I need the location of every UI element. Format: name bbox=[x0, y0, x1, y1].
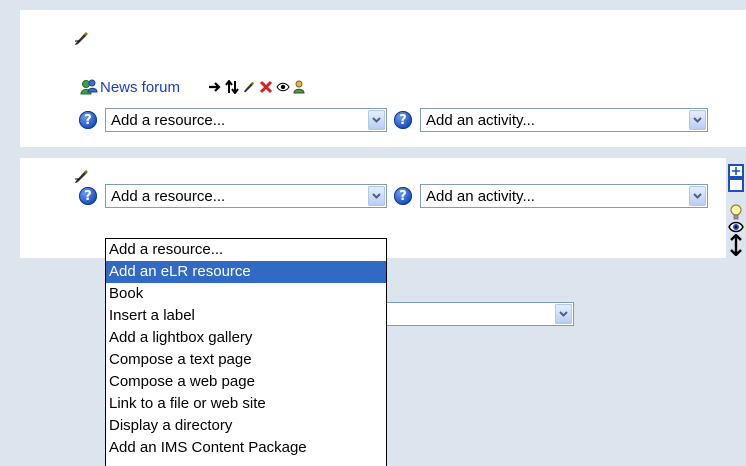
dropdown-option[interactable]: Insert a label bbox=[106, 305, 386, 327]
dropdown-option[interactable]: Add a resource... bbox=[106, 239, 386, 261]
dropdown-option[interactable]: Link to a file or web site bbox=[106, 393, 386, 415]
arrow-right-icon[interactable] bbox=[208, 80, 222, 94]
help-icon[interactable]: ? bbox=[394, 187, 412, 205]
help-icon[interactable]: ? bbox=[79, 111, 97, 129]
chevron-down-icon[interactable] bbox=[368, 186, 385, 206]
forum-group-icon bbox=[80, 78, 98, 96]
add-activity-select-value: Add an activity... bbox=[426, 111, 535, 129]
dropdown-option[interactable]: Add an eLR resource bbox=[106, 261, 386, 283]
edit-pencil-icon[interactable] bbox=[242, 80, 256, 94]
dropdown-option[interactable]: Compose a web page bbox=[106, 371, 386, 393]
add-activity-select[interactable]: Add an activity... bbox=[420, 108, 708, 132]
hidden-select[interactable] bbox=[385, 302, 574, 326]
help-icon[interactable]: ? bbox=[394, 111, 412, 129]
eye-icon[interactable] bbox=[276, 80, 290, 94]
activity-actions bbox=[208, 80, 305, 94]
chevron-down-icon[interactable] bbox=[368, 110, 385, 130]
help-icon[interactable]: ? bbox=[79, 187, 97, 205]
show-section-icon[interactable] bbox=[728, 164, 744, 197]
add-resource-select[interactable]: Add a resource... bbox=[105, 108, 387, 132]
dropdown-option[interactable]: Add an IMS Content Package bbox=[106, 437, 386, 459]
edit-summary-icon[interactable] bbox=[74, 30, 90, 46]
chevron-down-icon[interactable] bbox=[555, 304, 572, 324]
dropdown-option[interactable]: Book bbox=[106, 283, 386, 305]
edit-summary-icon[interactable] bbox=[74, 168, 90, 184]
add-resource-select-value: Add a resource... bbox=[111, 187, 226, 205]
news-forum-link[interactable]: News forum bbox=[100, 79, 180, 96]
dropdown-option[interactable]: Add a lightbox gallery bbox=[106, 327, 386, 349]
chevron-down-icon[interactable] bbox=[689, 186, 706, 206]
dropdown-option[interactable]: Display a directory bbox=[106, 415, 386, 437]
person-icon[interactable] bbox=[293, 80, 305, 94]
move-updown-icon[interactable] bbox=[225, 80, 239, 94]
add-resource-dropdown-list: Add a resource... Add an eLR resource Book… bbox=[105, 238, 387, 466]
move-updown-icon[interactable] bbox=[730, 233, 742, 261]
dropdown-option[interactable]: Compose a text page bbox=[106, 349, 386, 371]
add-activity-select[interactable]: Add an activity... bbox=[420, 184, 708, 208]
add-resource-select[interactable]: Add a resource... bbox=[105, 184, 387, 208]
add-resource-select-value: Add a resource... bbox=[111, 111, 226, 129]
add-activity-select-value: Add an activity... bbox=[426, 187, 535, 205]
delete-x-icon[interactable] bbox=[259, 80, 273, 94]
chevron-down-icon[interactable] bbox=[689, 110, 706, 130]
